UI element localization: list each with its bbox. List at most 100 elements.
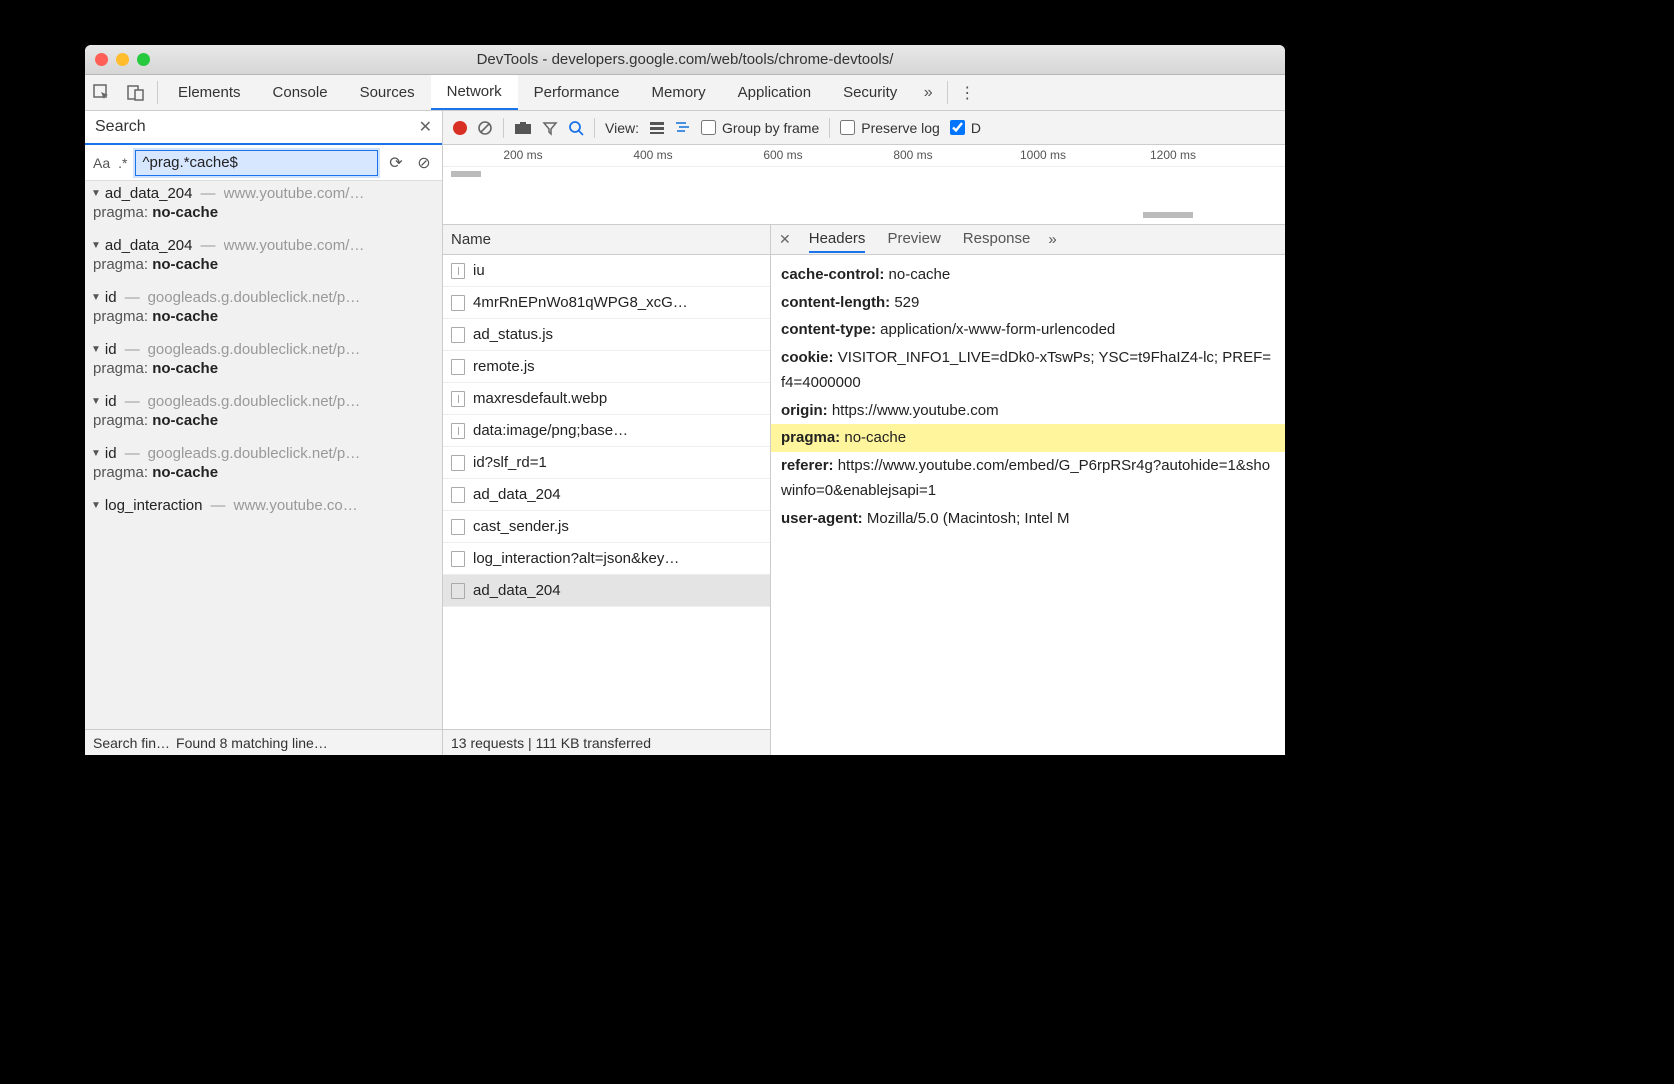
divider <box>157 81 158 104</box>
filter-icon[interactable] <box>542 120 558 136</box>
request-row[interactable]: iu <box>443 255 770 287</box>
timeline-tick: 800 ms <box>893 148 932 162</box>
request-name: iu <box>473 262 485 279</box>
search-results: ▼ad_data_204—www.youtube.com/…pragma: no… <box>85 181 442 729</box>
close-detail-button[interactable]: ✕ <box>779 231 791 248</box>
minimize-window-button[interactable] <box>116 53 129 66</box>
request-row[interactable]: ad_data_204 <box>443 575 770 607</box>
search-result[interactable]: ▼ad_data_204—www.youtube.com/…pragma: no… <box>85 181 442 233</box>
detail-tab-headers[interactable]: Headers <box>809 226 866 253</box>
request-name: ad_data_204 <box>473 582 561 599</box>
disable-cache-checkbox[interactable]: D <box>950 120 981 136</box>
clear-search-button[interactable]: ⊘ <box>414 153 434 173</box>
request-row[interactable]: log_interaction?alt=json&key… <box>443 543 770 575</box>
device-toggle-icon[interactable] <box>119 75 153 110</box>
request-row[interactable]: ad_status.js <box>443 319 770 351</box>
request-name: data:image/png;base… <box>473 422 628 439</box>
chevron-down-icon: ▼ <box>91 500 101 511</box>
request-detail-pane: ✕ Headers Preview Response » cache-control… <box>771 225 1285 755</box>
search-result[interactable]: ▼id—googleads.g.doubleclick.net/p…pragma… <box>85 389 442 441</box>
search-title: Search <box>95 118 146 136</box>
file-icon <box>451 455 465 471</box>
tab-console[interactable]: Console <box>257 75 344 110</box>
result-name: ad_data_204 <box>105 185 193 202</box>
search-input[interactable] <box>135 150 378 176</box>
tab-memory[interactable]: Memory <box>636 75 722 110</box>
detail-tabs-overflow[interactable]: » <box>1048 227 1056 252</box>
tab-performance[interactable]: Performance <box>518 75 636 110</box>
timeline-segment <box>451 171 481 177</box>
header-row[interactable]: content-length: 529 <box>771 289 1285 317</box>
request-row[interactable]: cast_sender.js <box>443 511 770 543</box>
divider <box>594 118 595 138</box>
network-toolbar: View: Group by frame Preserve log D <box>443 111 1285 145</box>
timeline-tick: 600 ms <box>763 148 802 162</box>
large-rows-icon[interactable] <box>649 121 665 135</box>
header-row[interactable]: cache-control: no-cache <box>771 261 1285 289</box>
timeline-tick: 400 ms <box>633 148 672 162</box>
header-row[interactable]: referer: https://www.youtube.com/embed/G… <box>771 452 1285 505</box>
divider <box>503 118 504 138</box>
tab-application[interactable]: Application <box>722 75 827 110</box>
header-row[interactable]: cookie: VISITOR_INFO1_LIVE=dDk0-xTswPs; … <box>771 344 1285 397</box>
tab-security[interactable]: Security <box>827 75 913 110</box>
tab-elements[interactable]: Elements <box>162 75 257 110</box>
result-match-line[interactable]: pragma: no-cache <box>91 410 436 437</box>
search-result[interactable]: ▼ad_data_204—www.youtube.com/…pragma: no… <box>85 233 442 285</box>
match-case-toggle[interactable]: Aa <box>93 155 110 171</box>
inspect-icon[interactable] <box>85 75 119 110</box>
search-result[interactable]: ▼id—googleads.g.doubleclick.net/p…pragma… <box>85 285 442 337</box>
request-row[interactable]: 4mrRnEPnWo81qWPG8_xcG… <box>443 287 770 319</box>
request-name: ad_data_204 <box>473 486 561 503</box>
result-match-line[interactable]: pragma: no-cache <box>91 202 436 229</box>
timeline-overview[interactable]: 200 ms400 ms600 ms800 ms1000 ms1200 ms <box>443 145 1285 225</box>
kebab-menu-icon[interactable]: ⋮ <box>952 75 982 110</box>
search-icon[interactable] <box>568 120 584 136</box>
name-column-header[interactable]: Name <box>443 225 770 255</box>
file-icon <box>451 583 465 599</box>
tab-network[interactable]: Network <box>431 75 518 110</box>
header-value: https://www.youtube.com/embed/G_P6rpRSr4… <box>781 457 1270 500</box>
header-row[interactable]: origin: https://www.youtube.com <box>771 397 1285 425</box>
header-key: content-length: <box>781 294 890 311</box>
timeline-segment <box>1143 212 1193 218</box>
close-search-button[interactable]: ✕ <box>419 117 432 137</box>
record-button[interactable] <box>453 121 467 135</box>
header-row[interactable]: pragma: no-cache <box>771 424 1285 452</box>
screenshot-icon[interactable] <box>514 121 532 135</box>
search-result[interactable]: ▼id—googleads.g.doubleclick.net/p…pragma… <box>85 441 442 493</box>
request-row[interactable]: data:image/png;base… <box>443 415 770 447</box>
request-row[interactable]: id?slf_rd=1 <box>443 447 770 479</box>
detail-tab-preview[interactable]: Preview <box>887 226 940 253</box>
request-name: remote.js <box>473 358 535 375</box>
result-match-line[interactable]: pragma: no-cache <box>91 358 436 385</box>
close-window-button[interactable] <box>95 53 108 66</box>
result-match-line[interactable]: pragma: no-cache <box>91 462 436 489</box>
result-match-line[interactable]: pragma: no-cache <box>91 306 436 333</box>
result-name: id <box>105 341 117 358</box>
header-row[interactable]: user-agent: Mozilla/5.0 (Macintosh; Inte… <box>771 505 1285 533</box>
clear-button[interactable] <box>477 120 493 136</box>
network-panel: View: Group by frame Preserve log D 200 … <box>443 111 1285 755</box>
headers-list: cache-control: no-cachecontent-length: 5… <box>771 255 1285 755</box>
zoom-window-button[interactable] <box>137 53 150 66</box>
search-result[interactable]: ▼log_interaction—www.youtube.co… <box>85 493 442 518</box>
header-row[interactable]: content-type: application/x-www-form-url… <box>771 316 1285 344</box>
preserve-log-checkbox[interactable]: Preserve log <box>840 120 940 136</box>
refresh-search-button[interactable]: ⟳ <box>386 153 406 173</box>
group-by-frame-checkbox[interactable]: Group by frame <box>701 120 819 136</box>
detail-tabs: ✕ Headers Preview Response » <box>771 225 1285 255</box>
request-row[interactable]: ad_data_204 <box>443 479 770 511</box>
request-row[interactable]: maxresdefault.webp <box>443 383 770 415</box>
search-result[interactable]: ▼id—googleads.g.doubleclick.net/p…pragma… <box>85 337 442 389</box>
result-match-line[interactable]: pragma: no-cache <box>91 254 436 281</box>
chevron-down-icon: ▼ <box>91 292 101 303</box>
regex-toggle[interactable]: .* <box>118 155 127 171</box>
tab-sources[interactable]: Sources <box>344 75 431 110</box>
request-row[interactable]: remote.js <box>443 351 770 383</box>
view-label: View: <box>605 120 639 136</box>
chevron-down-icon: ▼ <box>91 448 101 459</box>
waterfall-icon[interactable] <box>675 121 691 135</box>
tabs-overflow-button[interactable]: » <box>913 75 943 110</box>
detail-tab-response[interactable]: Response <box>963 226 1031 253</box>
